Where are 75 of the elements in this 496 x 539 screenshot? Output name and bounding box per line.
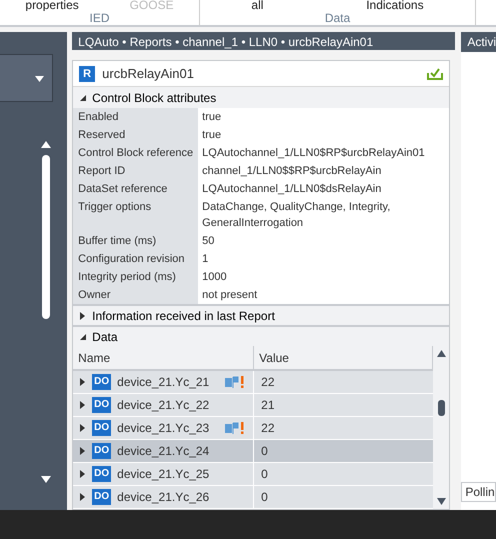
attribute-label: Configuration revision (73, 250, 198, 268)
expand-icon[interactable] (80, 447, 86, 455)
data-object-icon: DO (92, 397, 112, 413)
table-cell-text: device_21.Yc_26 (117, 489, 210, 506)
table-row[interactable]: DO device_21.Yc_24 0 (73, 440, 434, 463)
table-cell-text: 21 (260, 397, 276, 414)
panel-title: Activi (461, 32, 496, 52)
section-header[interactable]: Information received in last Report (73, 304, 450, 325)
expand-icon[interactable] (80, 493, 86, 501)
table-cell-text: device_21.Yc_22 (117, 397, 210, 414)
table-row[interactable]: DO device_21.Yc_25 0 (73, 463, 434, 486)
attribute-value: true (201, 128, 222, 143)
attribute-value: DataChange, QualityChange, Integrity, GeneralInterrogation (201, 200, 392, 231)
data-object-icon: DO (92, 466, 112, 482)
attribute-label: Integrity period (ms) (73, 268, 198, 286)
ribbon-group-label: IED (88, 11, 110, 25)
attribute-label: Reserved (73, 126, 198, 144)
polling-field[interactable]: Pollin (461, 482, 496, 502)
data-object-icon: DO (92, 420, 112, 436)
attribute-label: Owner (73, 286, 198, 304)
attribute-value: LQAutochannel_1/LLN0$RP$urcbRelayAin01 (201, 146, 426, 161)
scroll-up-icon[interactable] (436, 350, 446, 357)
ribbon-button[interactable]: all (247, 0, 268, 11)
scroll-up-icon[interactable] (41, 141, 51, 148)
attribute-value: not present (201, 288, 258, 303)
scrollbar[interactable] (433, 346, 450, 509)
scrollbar-thumb[interactable] (42, 155, 50, 319)
ribbon-button[interactable]: Indications (362, 0, 428, 11)
attribute-label: Control Block reference (73, 144, 198, 162)
attribute-label: Enabled (73, 108, 198, 126)
column-header[interactable]: Name (73, 346, 254, 369)
table-cell-text: device_21.Yc_24 (117, 443, 210, 460)
caret-icon (35, 76, 44, 82)
table-cell-text: 0 (260, 466, 269, 483)
ribbon-group-label: Data (324, 11, 352, 25)
breadcrumb: LQAuto • Reports • channel_1 • LLN0 • urcbRelayAin01 (72, 32, 456, 50)
scrollbar-thumb[interactable] (438, 400, 445, 416)
table-row[interactable]: DO device_21.Yc_22 21 (73, 394, 434, 417)
expand-icon[interactable] (80, 312, 86, 320)
expand-icon[interactable] (80, 424, 86, 432)
attribute-value: 50 (201, 234, 216, 249)
table-cell-text: 0 (260, 443, 269, 460)
attribute-label: Trigger options (73, 198, 198, 232)
report-icon: R (79, 66, 96, 82)
attribute-value: true (201, 110, 222, 125)
attribute-value: 1000 (201, 270, 228, 285)
table-cell-text: device_21.Yc_21 (117, 374, 210, 391)
table-row[interactable]: DO device_21.Yc_23 22 (73, 417, 434, 440)
data-object-icon: DO (92, 374, 112, 390)
collapse-icon[interactable] (80, 94, 86, 102)
table-cell-text: device_21.Yc_23 (117, 420, 210, 437)
table-cell-text: 22 (260, 374, 276, 391)
table-row[interactable]: DO device_21.Yc_26 0 (73, 486, 434, 509)
expand-icon[interactable] (80, 378, 86, 386)
expand-icon[interactable] (80, 470, 86, 478)
data-object-icon: DO (92, 489, 112, 505)
section-header[interactable]: Control Block attributes (73, 87, 450, 108)
scroll-down-icon[interactable] (436, 498, 446, 505)
attribute-value: LQAutochannel_1/LLN0$dsRelayAin (201, 182, 382, 197)
attribute-value: channel_1/LLN0$$RP$urcbRelayAin (201, 164, 382, 179)
table-cell-text: 0 (260, 489, 269, 506)
check-icon (427, 68, 444, 80)
attribute-label: Report ID (73, 162, 198, 180)
attribute-label: Buffer time (ms) (73, 232, 198, 250)
data-object-icon: DO (92, 443, 112, 459)
collapse-icon[interactable] (80, 332, 86, 340)
table-cell-text: device_21.Yc_25 (117, 466, 210, 483)
scroll-down-icon[interactable] (41, 476, 51, 483)
table-cell-text: 22 (260, 420, 276, 437)
attribute-value: 1 (201, 252, 210, 267)
expand-icon[interactable] (80, 401, 86, 409)
attribute-label: DataSet reference (73, 180, 198, 198)
table-row[interactable]: DO device_21.Yc_21 22 (73, 371, 434, 394)
card-title: urcbRelayAin01 (102, 64, 195, 83)
section-header[interactable]: Data (73, 325, 450, 346)
